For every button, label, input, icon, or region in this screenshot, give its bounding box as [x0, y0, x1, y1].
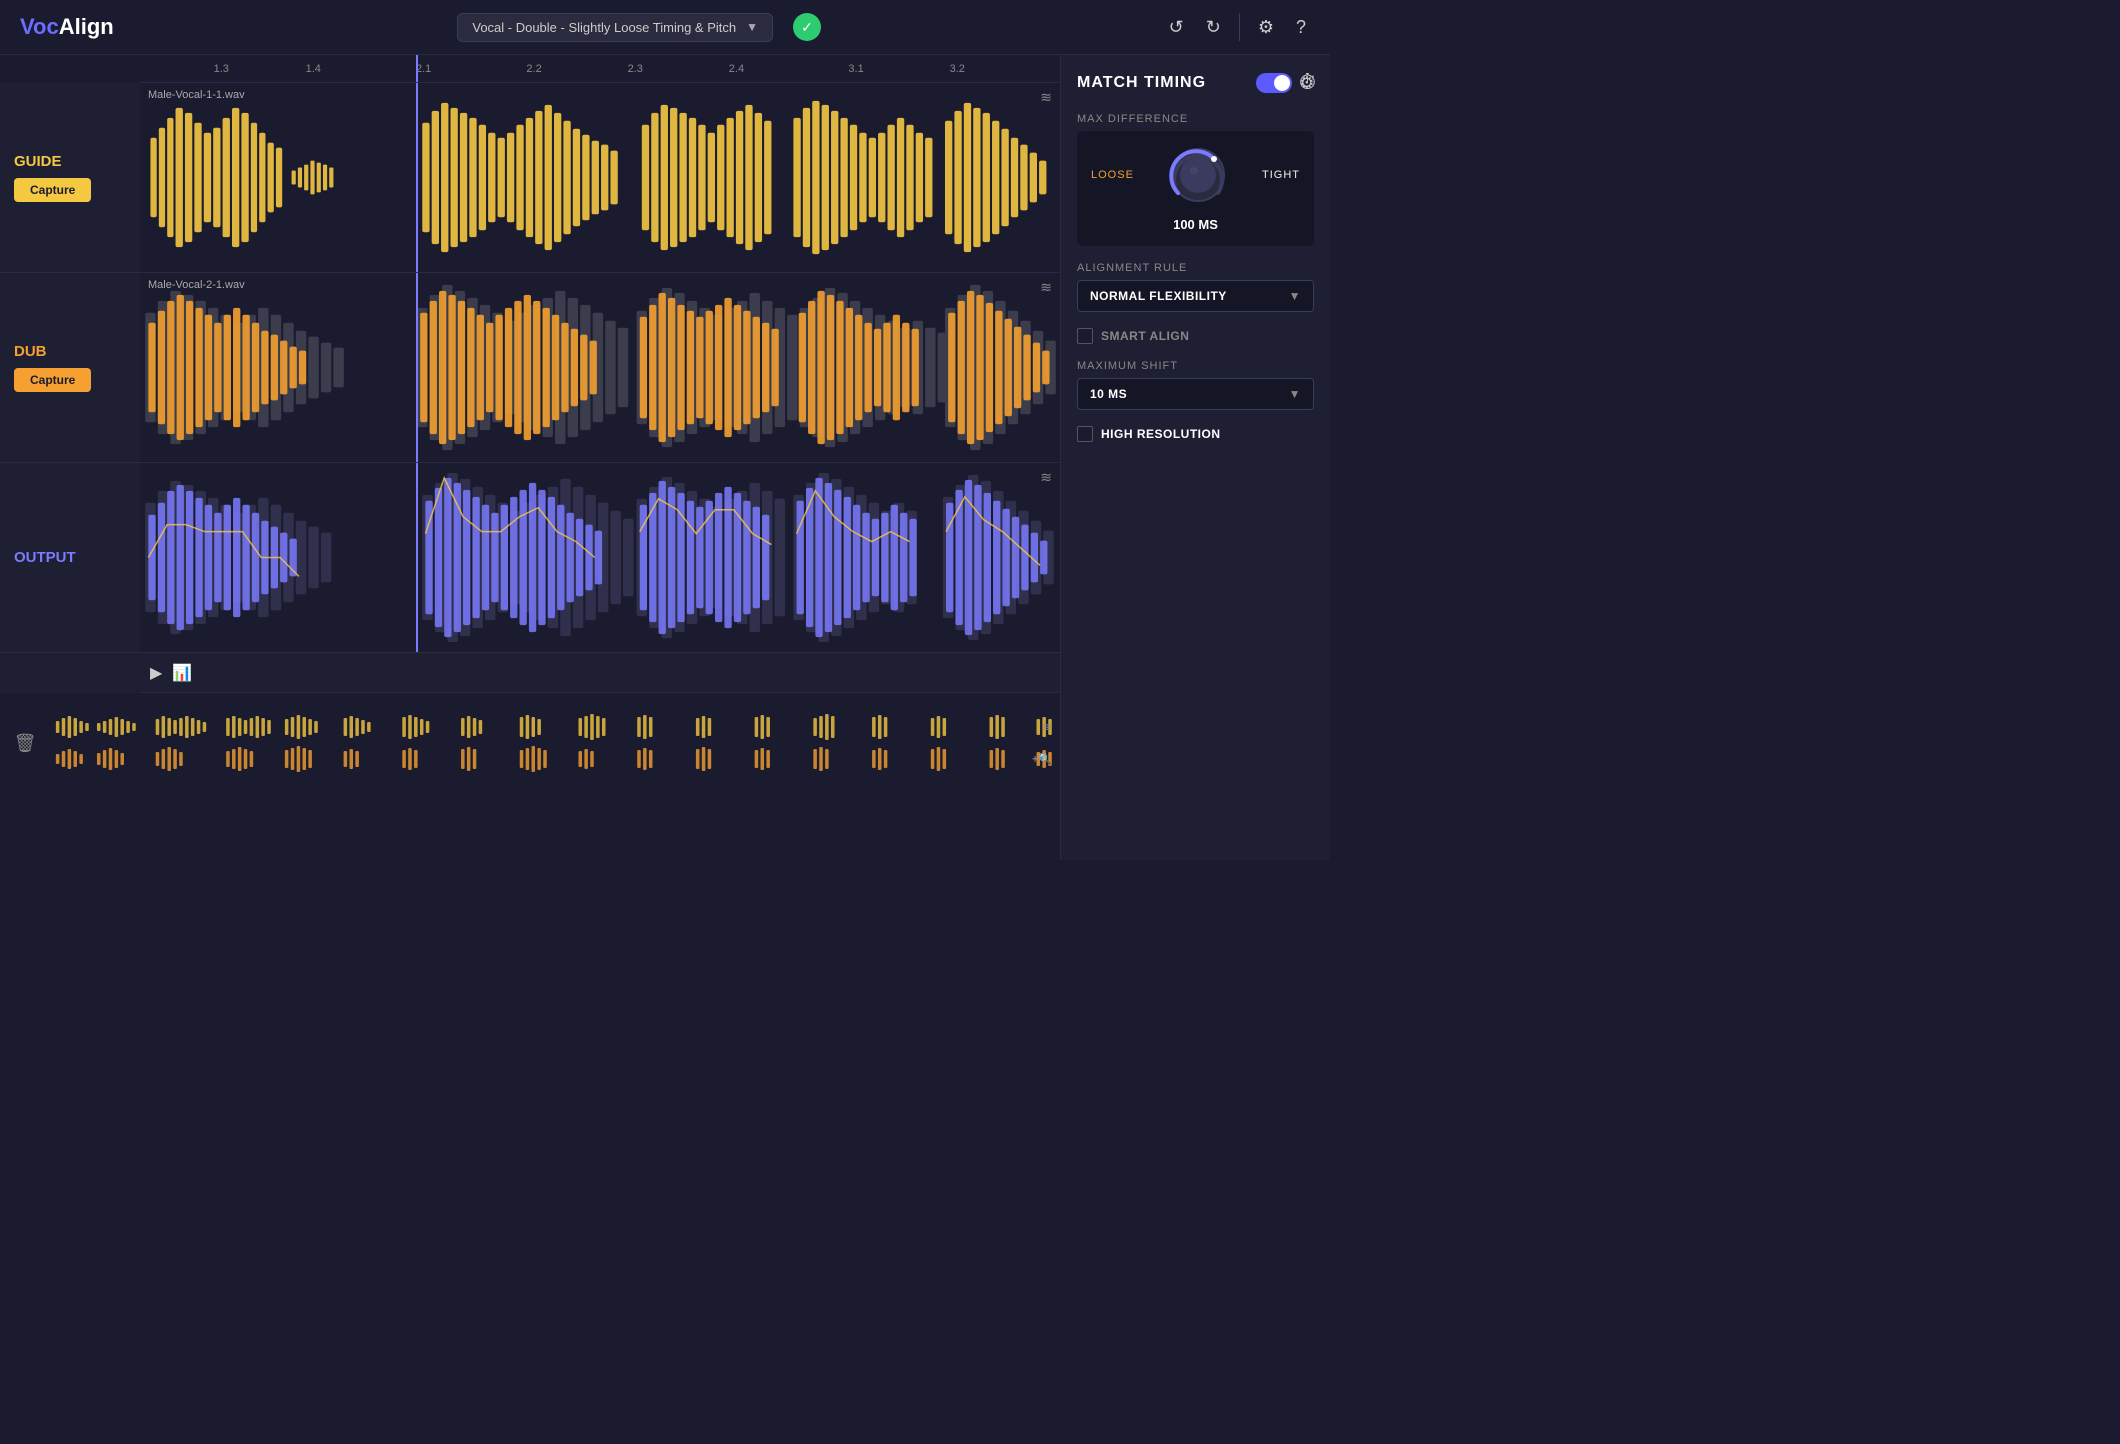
maximum-shift-label: MAXIMUM SHIFT: [1077, 360, 1314, 372]
maximum-shift-value: 10 MS: [1090, 387, 1127, 401]
dub-label-text: DUB: [14, 343, 47, 360]
smart-align-checkbox[interactable]: [1077, 328, 1093, 344]
ruler-tick-31: 3.1: [848, 63, 863, 75]
loose-label: LOOSE: [1091, 169, 1134, 181]
ruler-tick-13: 1.3: [214, 63, 229, 75]
output-waveform[interactable]: ≋: [140, 463, 1060, 652]
trash-icon[interactable]: 🗑: [14, 733, 37, 754]
guide-waveform-svg: [140, 83, 1060, 272]
mini-dub-icon[interactable]: +🔍: [1032, 753, 1052, 766]
settings-button[interactable]: ⚙: [1254, 13, 1278, 42]
logo-align: Align: [59, 14, 114, 39]
ruler-tick-24: 2.4: [729, 63, 744, 75]
playhead: [416, 55, 418, 82]
dub-capture-button[interactable]: Capture: [14, 368, 91, 392]
ruler-spacer: [0, 55, 140, 83]
maximum-shift-dropdown[interactable]: 10 MS ▼: [1077, 378, 1314, 410]
ruler-tick-23: 2.3: [628, 63, 643, 75]
mini-guide-svg: [50, 713, 1060, 741]
mini-tracks-area: ≋: [50, 703, 1060, 783]
guide-label-text: GUIDE: [14, 153, 62, 170]
controls-row: ▶ 📊: [0, 653, 1060, 693]
guide-track-icon: ≋: [1040, 89, 1052, 106]
dub-waveform-svg: [140, 273, 1060, 462]
app-logo: VocAlign: [20, 14, 114, 40]
output-label-text: OUTPUT: [14, 549, 76, 566]
preset-selector[interactable]: Vocal - Double - Slightly Loose Timing &…: [457, 13, 773, 42]
dub-track: DUB Capture Male-Vocal-2-1.wav ≋: [0, 273, 1060, 463]
output-playhead: [416, 463, 418, 652]
header-controls: ↺ ↻ ⚙ ?: [1165, 13, 1310, 42]
header-divider: [1239, 13, 1240, 41]
maximum-shift-section: MAXIMUM SHIFT 10 MS ▼: [1077, 360, 1314, 410]
output-track-label: OUTPUT: [0, 463, 140, 652]
high-resolution-label: HIGH RESOLUTION: [1101, 427, 1221, 441]
output-track-icon: ≋: [1040, 469, 1052, 486]
guide-playhead: [416, 83, 418, 272]
alignment-rule-section: ALIGNMENT RULE NORMAL FLEXIBILITY ▼: [1077, 262, 1314, 312]
ruler-row: 1.3 1.4 2.1 2.2 2.3 2.4 3.1 3.2: [0, 55, 1060, 83]
alignment-rule-value: NORMAL FLEXIBILITY: [1090, 289, 1227, 303]
max-diff-value: 100 MS: [1173, 217, 1218, 232]
mini-timeline: 🗑: [0, 693, 1060, 793]
alignment-rule-dropdown[interactable]: NORMAL FLEXIBILITY ▼: [1077, 280, 1314, 312]
dub-filename: Male-Vocal-2-1.wav: [148, 279, 245, 291]
match-timing-toggle[interactable]: [1256, 73, 1292, 93]
ruler-tick-32: 3.2: [950, 63, 965, 75]
tracks-area: 1.3 1.4 2.1 2.2 2.3 2.4 3.1 3.2 GUIDE Ca…: [0, 55, 1060, 860]
main-area: 1.3 1.4 2.1 2.2 2.3 2.4 3.1 3.2 GUIDE Ca…: [0, 55, 1330, 860]
history-button[interactable]: ⏱: [1299, 69, 1316, 95]
preset-label: Vocal - Double - Slightly Loose Timing &…: [472, 20, 736, 35]
waveform-view-button[interactable]: 📊: [172, 663, 192, 683]
knob-container: LOOSE: [1077, 131, 1314, 246]
check-icon: ✓: [793, 13, 821, 41]
panel-title: MATCH TIMING: [1077, 74, 1206, 92]
dub-playhead: [416, 273, 418, 462]
right-panel: ⏱ MATCH TIMING ⚙ MAX DIFFERENCE LOOSE: [1060, 55, 1330, 860]
max-diff-knob[interactable]: [1168, 145, 1228, 205]
panel-header: MATCH TIMING ⚙: [1077, 73, 1314, 93]
redo-button[interactable]: ↻: [1202, 13, 1225, 42]
preset-arrow: ▼: [746, 20, 758, 34]
dub-track-label: DUB Capture: [0, 273, 140, 462]
alignment-rule-label: ALIGNMENT RULE: [1077, 262, 1314, 274]
guide-capture-button[interactable]: Capture: [14, 178, 91, 202]
guide-track-label: GUIDE Capture: [0, 83, 140, 272]
guide-filename: Male-Vocal-1-1.wav: [148, 89, 245, 101]
bottom-controls: ▶ 📊: [140, 653, 1060, 693]
high-resolution-row: HIGH RESOLUTION: [1077, 426, 1314, 442]
help-button[interactable]: ?: [1292, 13, 1310, 42]
play-button[interactable]: ▶: [150, 663, 162, 683]
mini-guide-track: ≋: [50, 713, 1060, 741]
high-resolution-checkbox[interactable]: [1077, 426, 1093, 442]
mini-dub-svg: [50, 745, 1060, 773]
panel-section-timing: MATCH TIMING ⚙: [1077, 73, 1314, 97]
logo-voc: Voc: [20, 14, 59, 39]
ruler-tick-22: 2.2: [526, 63, 541, 75]
undo-button[interactable]: ↺: [1165, 13, 1188, 42]
smart-align-label: SMART ALIGN: [1101, 329, 1189, 343]
knob-row: LOOSE: [1091, 145, 1300, 205]
guide-track: GUIDE Capture Male-Vocal-1-1.wav ≋: [0, 83, 1060, 273]
smart-align-row: SMART ALIGN: [1077, 328, 1314, 344]
knob-svg: [1168, 145, 1228, 205]
mini-timeline-trash: 🗑: [0, 733, 50, 754]
controls-label-spacer: [0, 653, 140, 693]
max-difference-label: MAX DIFFERENCE: [1077, 113, 1314, 125]
tight-label: TIGHT: [1262, 169, 1300, 181]
max-difference-section: MAX DIFFERENCE LOOSE: [1077, 113, 1314, 246]
dub-track-icon: ≋: [1040, 279, 1052, 296]
alignment-dropdown-arrow: ▼: [1289, 289, 1301, 303]
output-track: OUTPUT ≋: [0, 463, 1060, 653]
ruler-tick-21: 2.1: [416, 63, 431, 75]
mini-guide-icon: ≋: [1042, 720, 1052, 734]
guide-waveform[interactable]: Male-Vocal-1-1.wav ≋: [140, 83, 1060, 272]
dub-waveform[interactable]: Male-Vocal-2-1.wav ≋: [140, 273, 1060, 462]
output-waveform-svg: [140, 463, 1060, 652]
header: VocAlign Vocal - Double - Slightly Loose…: [0, 0, 1330, 55]
timeline-ruler: 1.3 1.4 2.1 2.2 2.3 2.4 3.1 3.2: [140, 55, 1060, 83]
shift-dropdown-arrow: ▼: [1289, 387, 1301, 401]
mini-dub-track: +🔍: [50, 745, 1060, 773]
ruler-tick-14: 1.4: [306, 63, 321, 75]
